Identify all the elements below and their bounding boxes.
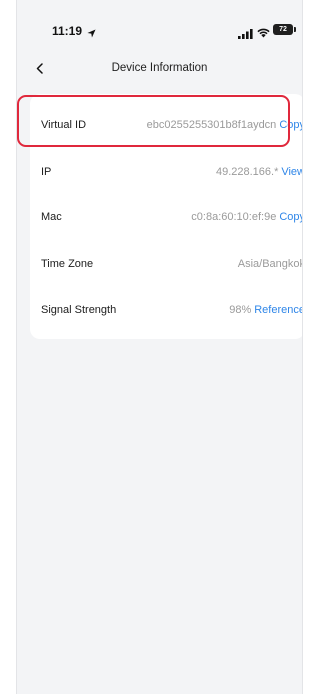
time-zone-label: Time Zone bbox=[41, 258, 94, 270]
battery-icon: 72 bbox=[273, 24, 296, 35]
status-time: 11:19 bbox=[52, 24, 83, 38]
time-zone-value: Asia/Bangkok bbox=[237, 258, 303, 270]
nav-bar: Device Information bbox=[17, 55, 302, 83]
signal-strength-label: Signal Strength bbox=[41, 304, 117, 316]
ip-value: 49.228.166.* bbox=[215, 166, 279, 178]
reference-button[interactable]: Reference bbox=[254, 304, 302, 316]
wifi-icon bbox=[257, 25, 270, 43]
row-ip: IP 49.228.166.* View bbox=[30, 156, 302, 188]
row-signal-strength: Signal Strength 98% Reference bbox=[30, 294, 302, 326]
signal-bars-icon bbox=[238, 26, 253, 44]
row-time-zone: Time Zone Asia/Bangkok bbox=[30, 248, 303, 280]
mac-label: Mac bbox=[41, 211, 62, 223]
page-title: Device Information bbox=[111, 62, 208, 74]
status-bar: 11:19 72 bbox=[17, 0, 302, 50]
ip-label: IP bbox=[41, 166, 52, 178]
mac-value: c0:8a:60:10:ef:9e bbox=[191, 211, 277, 223]
signal-strength-value: 98% bbox=[229, 304, 252, 316]
row-mac: Mac c0:8a:60:10:ef:9e Copy bbox=[30, 201, 302, 233]
copy-mac-button[interactable]: Copy bbox=[279, 211, 302, 223]
highlight-box bbox=[17, 95, 290, 147]
view-ip-button[interactable]: View bbox=[281, 166, 302, 178]
location-arrow-icon bbox=[87, 25, 96, 43]
